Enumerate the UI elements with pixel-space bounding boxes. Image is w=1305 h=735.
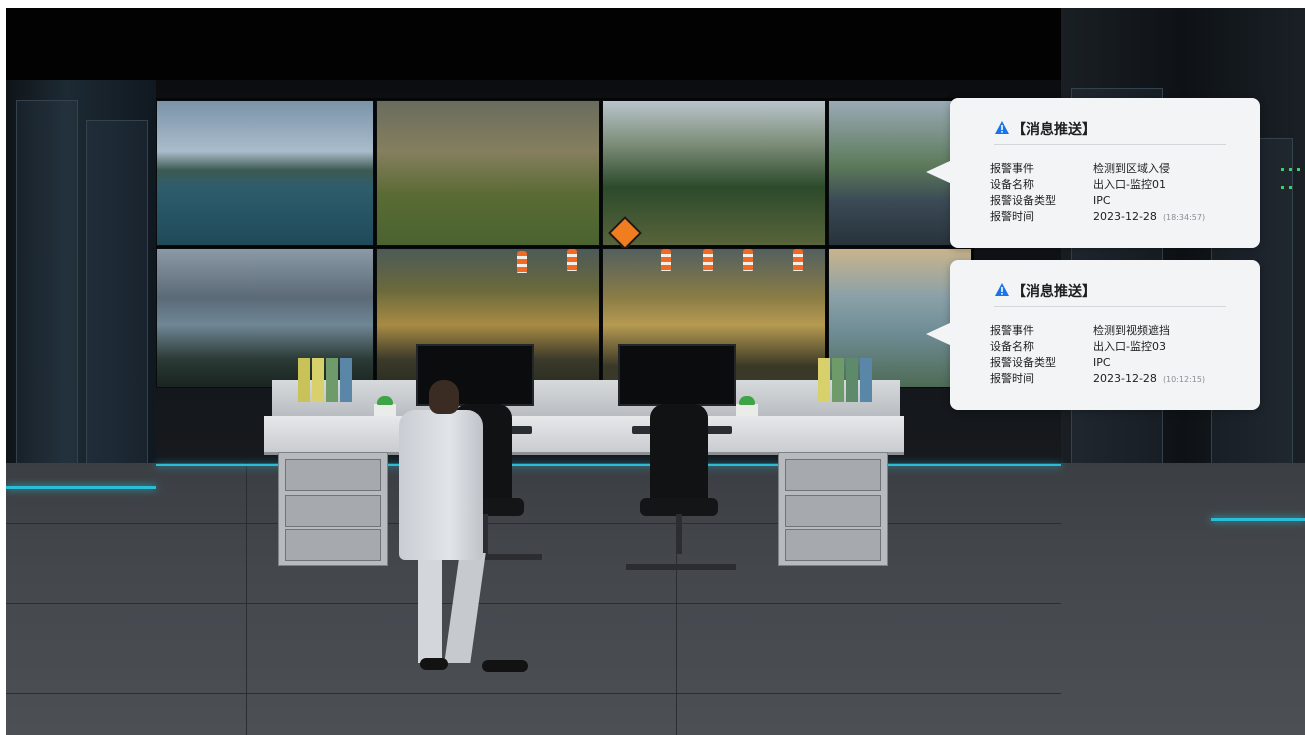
alert-clock-time: (18:34:57) [1162, 213, 1206, 222]
alert-title: 【消息推送】 [1012, 284, 1096, 300]
alert-field-label: 报警时间 [990, 210, 1034, 223]
alert-popup-1[interactable]: 【消息推送】 报警事件 检测到区域入侵 设备名称 出入口-监控01 报警设备类型… [926, 98, 1260, 248]
status-led [1289, 168, 1292, 171]
binder [832, 358, 844, 402]
road-sign-icon [608, 216, 642, 250]
divider [994, 306, 1226, 307]
floor-seam [246, 463, 247, 735]
floor-seam [6, 603, 1061, 604]
video-wall [154, 98, 974, 388]
binder [340, 358, 352, 402]
alert-date: 2023-12-28 [1093, 210, 1157, 223]
alert-clock-time: (10:12:15) [1162, 375, 1206, 384]
alert-time: 2023-12-28 (18:34:57) [1093, 210, 1205, 225]
person-operator [399, 410, 483, 560]
alert-field-value: 出入口-监控03 [1093, 340, 1166, 353]
ambient-light-strip [6, 486, 156, 489]
alert-field-label: 报警事件 [990, 324, 1034, 337]
status-led [1289, 186, 1292, 189]
traffic-cone-icon [703, 249, 713, 271]
alert-time: 2023-12-28 (10:12:15) [1093, 372, 1205, 387]
floor-seam [6, 523, 1061, 524]
traffic-cone-icon [793, 249, 803, 271]
alert-date: 2023-12-28 [1093, 372, 1157, 385]
chair-post [676, 514, 682, 554]
warning-triangle-icon [995, 283, 1009, 296]
person-shoe [420, 658, 448, 670]
alert-field-label: 设备名称 [990, 178, 1034, 191]
person-leg [418, 553, 442, 663]
status-led [1297, 168, 1300, 171]
chair-base [626, 564, 736, 570]
monitor [618, 344, 736, 406]
binder [846, 358, 858, 402]
status-led [1281, 186, 1284, 189]
binder [860, 358, 872, 402]
alert-field-value: 检测到视频遮挡 [1093, 324, 1170, 337]
binder [312, 358, 324, 402]
drawer [785, 529, 881, 561]
alert-field-value: IPC [1093, 356, 1111, 369]
traffic-cone-icon [517, 251, 527, 273]
alert-field-label: 报警设备类型 [990, 356, 1056, 369]
binder [818, 358, 830, 402]
binder [298, 358, 310, 402]
alert-field-label: 报警设备类型 [990, 194, 1056, 207]
desk-partition [272, 380, 900, 416]
binder [326, 358, 338, 402]
alert-field-label: 报警时间 [990, 372, 1034, 385]
warning-triangle-icon [995, 121, 1009, 134]
alert-field-label: 报警事件 [990, 162, 1034, 175]
video-feed-lake [156, 100, 374, 246]
drawer [285, 495, 381, 527]
video-feed-forest-road [602, 100, 826, 250]
drawer-cabinet-right [778, 452, 888, 566]
alert-title: 【消息推送】 [1012, 122, 1096, 138]
drawer [285, 459, 381, 491]
office-chair [650, 404, 708, 504]
drawer-cabinet-left [278, 452, 388, 566]
alert-field-label: 设备名称 [990, 340, 1034, 353]
divider [994, 144, 1226, 145]
video-feed-park [376, 100, 600, 246]
floor-seam [6, 693, 1061, 694]
ambient-light-strip [1211, 518, 1305, 521]
alert-popup-2[interactable]: 【消息推送】 报警事件 检测到视频遮挡 设备名称 出入口-监控03 报警设备类型… [926, 260, 1260, 410]
alert-field-value: IPC [1093, 194, 1111, 207]
drawer [285, 529, 381, 561]
desk-top [264, 416, 904, 455]
alert-field-value: 出入口-监控01 [1093, 178, 1166, 191]
status-led [1281, 168, 1284, 171]
person-head [429, 380, 459, 414]
traffic-cone-icon [743, 249, 753, 271]
alert-field-value: 检测到区域入侵 [1093, 162, 1170, 175]
drawer [785, 495, 881, 527]
person-shoe [482, 660, 528, 672]
drawer [785, 459, 881, 491]
traffic-cone-icon [661, 249, 671, 271]
traffic-cone-icon [567, 249, 577, 271]
